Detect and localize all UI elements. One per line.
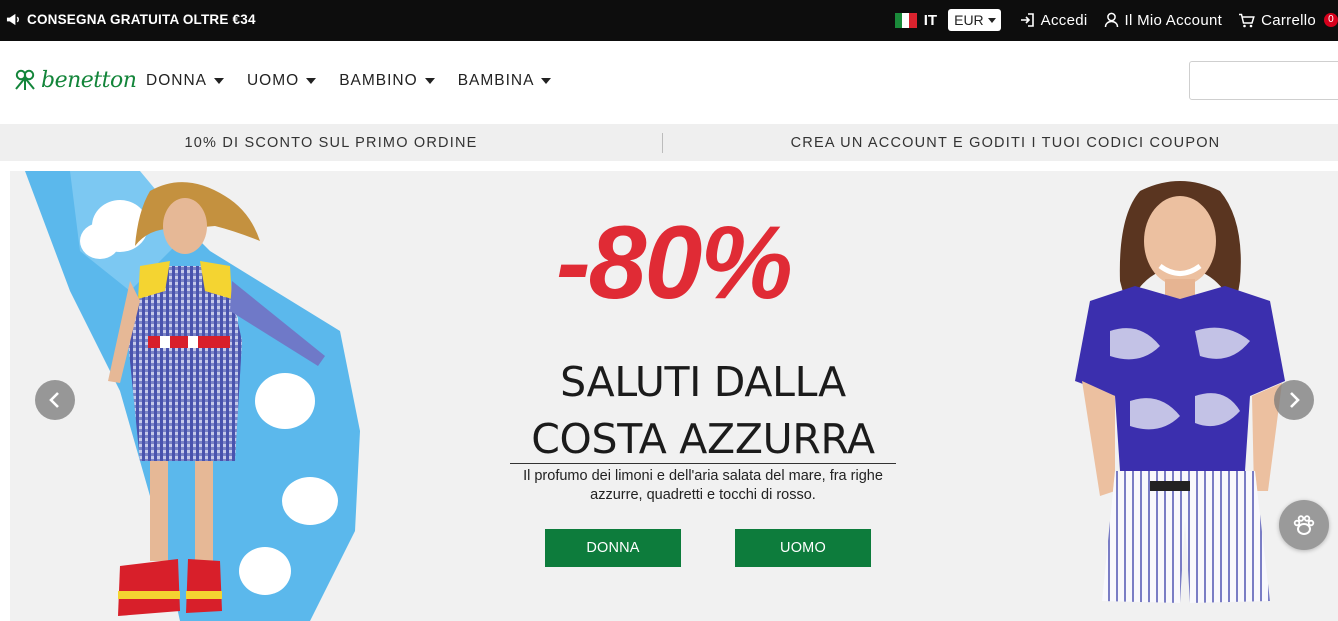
main-header: benetton DONNA UOMO BAMBINO BAMBINA [0, 41, 1338, 121]
free-shipping-notice: CONSEGNA GRATUITA OLTRE €34 [6, 12, 256, 27]
hero-description: Il profumo dei limoni e dell'aria salata… [523, 468, 883, 503]
nav-item-uomo[interactable]: UOMO [246, 72, 317, 90]
hero-headline: SALUTI DALLA COSTA AZZURRA [510, 354, 896, 468]
chevron-down-icon [541, 78, 552, 84]
chevron-down-icon [213, 78, 224, 84]
chevron-down-icon [306, 78, 317, 84]
hero-headline-line-2: COSTA AZZURRA [531, 415, 875, 463]
nav-item-donna[interactable]: DONNA [146, 72, 224, 90]
search-box [1189, 61, 1338, 100]
chevron-right-icon [1290, 392, 1300, 408]
pet-assistant-button[interactable] [1279, 500, 1329, 550]
carousel-next-button[interactable] [1274, 380, 1314, 420]
login-icon [1020, 13, 1034, 27]
promo-first-order[interactable]: 10% DI SCONTO SUL PRIMO ORDINE [0, 135, 662, 151]
cart-count-badge: 0 [1324, 13, 1338, 27]
nav-item-bambina[interactable]: BAMBINA [458, 72, 552, 90]
login-link[interactable]: Accedi [1019, 12, 1088, 29]
logo-text: benetton [41, 67, 137, 93]
free-shipping-text: CONSEGNA GRATUITA OLTRE €34 [27, 12, 256, 27]
brand-logo[interactable]: benetton [12, 67, 137, 93]
chevron-left-icon [49, 392, 59, 408]
top-bar-actions: IT EUR Accedi Il Mio Account Carrello 0 [894, 9, 1338, 31]
search-input[interactable] [1190, 62, 1338, 99]
user-icon [1104, 12, 1118, 28]
nav-item-bambino[interactable]: BAMBINO [339, 72, 435, 90]
discount-headline: -80% [556, 205, 793, 321]
hero-headline-line-1: SALUTI DALLA [560, 358, 846, 406]
nav-item-label: BAMBINA [457, 72, 535, 89]
currency-selector[interactable]: EUR [948, 9, 1001, 31]
top-bar: CONSEGNA GRATUITA OLTRE €34 IT EUR Acced… [0, 0, 1338, 41]
currency-value: EUR [954, 12, 984, 28]
login-label: Accedi [1040, 11, 1088, 29]
account-link[interactable]: Il Mio Account [1104, 12, 1223, 29]
hero-carousel: -80% SALUTI DALLA COSTA AZZURRA Il profu… [10, 171, 1338, 621]
cart-label: Carrello [1261, 11, 1316, 29]
cart-link[interactable]: Carrello 0 [1238, 12, 1338, 29]
nav-item-label: DONNA [146, 72, 207, 89]
paw-icon [1293, 515, 1315, 535]
language-selector[interactable]: IT [924, 12, 937, 29]
shop-men-button[interactable]: UOMO [735, 529, 871, 567]
chevron-down-icon [424, 78, 435, 84]
account-label: Il Mio Account [1124, 11, 1223, 29]
megaphone-icon [6, 13, 19, 26]
nav-item-label: UOMO [246, 72, 300, 89]
cart-icon [1239, 13, 1255, 27]
benetton-knot-icon [15, 69, 35, 90]
main-nav: DONNA UOMO BAMBINO BAMBINA [146, 72, 552, 90]
italy-flag-icon[interactable] [894, 12, 917, 28]
promo-create-account[interactable]: CREA UN ACCOUNT E GODITI I TUOI CODICI C… [663, 135, 1338, 151]
promo-strip: 10% DI SCONTO SUL PRIMO ORDINE CREA UN A… [0, 124, 1338, 161]
nav-item-label: BAMBINO [339, 72, 418, 89]
shop-women-button[interactable]: DONNA [545, 529, 681, 567]
headline-divider [510, 463, 896, 464]
carousel-prev-button[interactable] [35, 380, 75, 420]
chevron-down-icon [987, 17, 996, 23]
